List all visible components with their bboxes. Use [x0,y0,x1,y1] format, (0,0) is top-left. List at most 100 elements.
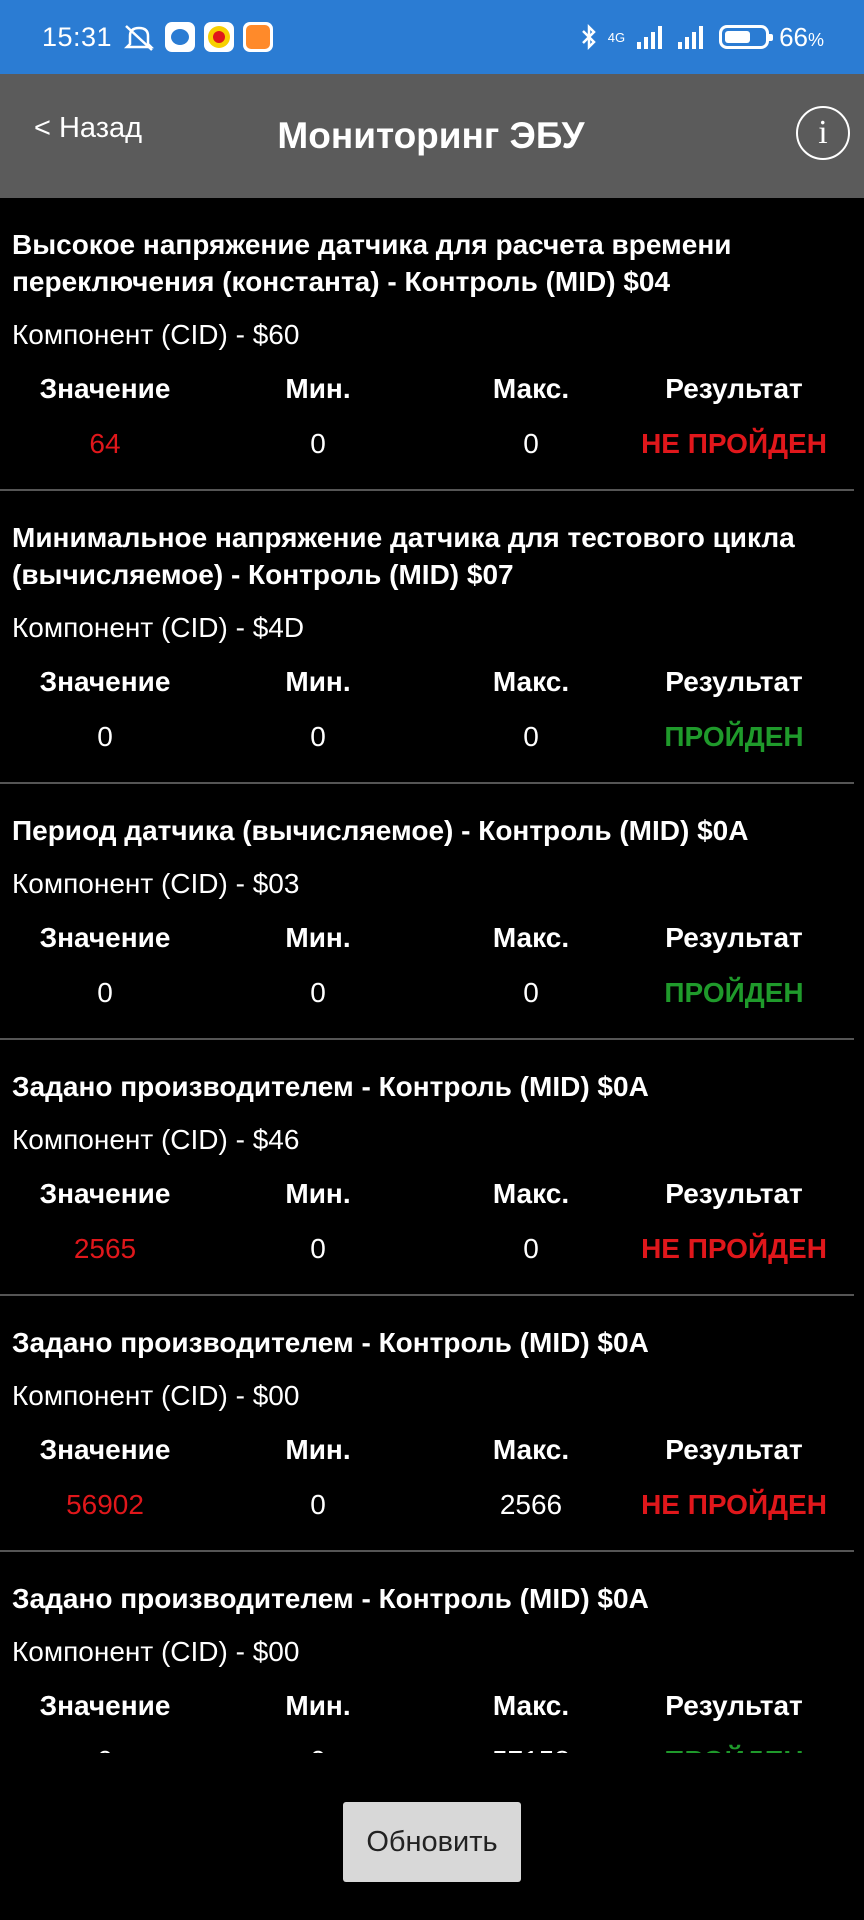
mute-bell-icon [124,25,155,51]
header-max: Макс. [492,1178,570,1209]
max-cell: 0 [523,977,539,1008]
status-time: 15:31 [42,21,113,52]
column-headers: Значение Мин. Макс. Результат [12,921,844,955]
component-id: Компонент (CID) - $60 [12,319,300,350]
header-result: Результат [665,922,803,953]
column-headers: Значение Мин. Макс. Результат [12,1689,844,1723]
monitor-entry: Задано производителем - Контроль (MID) $… [0,1552,854,1753]
header-value: Значение [39,373,171,404]
header-min: Мин. [285,1434,351,1465]
result-badge: ПРОЙДЕН [664,977,804,1008]
values-row: 56902 0 2566 НЕ ПРОЙДЕН [12,1488,844,1550]
header-value: Значение [39,1178,171,1209]
min-cell: 0 [310,1233,326,1264]
entry-title: Задано производителем - Контроль (MID) $… [12,1583,649,1614]
header-result: Результат [665,1434,803,1465]
header-max: Макс. [492,373,570,404]
value-cell: 0 [97,721,113,752]
app-notification-icon [204,22,235,52]
result-badge: НЕ ПРОЙДЕН [641,1233,827,1264]
min-cell: 0 [310,428,326,459]
network-type: 4G [607,29,626,45]
value-cell: 2565 [73,1233,137,1264]
result-badge: ПРОЙДЕН [624,1744,844,1753]
min-cell: 0 [310,1489,326,1520]
signal-icon [637,25,663,49]
component-id: Компонент (CID) - $03 [12,868,300,899]
header-result: Результат [665,666,803,697]
bluetooth-icon [581,23,596,51]
header-result: Результат [665,373,803,404]
column-headers: Значение Мин. Макс. Результат [12,665,844,699]
entry-title: Минимальное напряжение датчика для тесто… [12,522,795,590]
app-notification-icon [243,22,274,52]
header-max: Макс. [492,1434,570,1465]
header-max: Макс. [492,922,570,953]
max-cell: 0 [523,1233,539,1264]
battery-fill [725,31,751,43]
min-cell: 0 [198,1744,438,1753]
header-min: Мин. [285,1690,351,1721]
monitor-entry: Минимальное напряжение датчика для тесто… [0,491,854,784]
min-cell: 0 [310,977,326,1008]
value-cell: 64 [89,428,121,459]
max-cell: 0 [523,721,539,752]
values-row: 64 0 0 НЕ ПРОЙДЕН [12,427,844,489]
entry-title: Задано производителем - Контроль (MID) $… [12,1071,649,1102]
header-result: Результат [665,1690,803,1721]
header-value: Значение [39,666,171,697]
column-headers: Значение Мин. Макс. Результат [12,372,844,406]
value-cell: 0 [12,1744,198,1753]
monitor-entry: Задано производителем - Контроль (MID) $… [0,1296,854,1552]
value-cell: 56902 [66,1489,144,1520]
value-cell: 0 [97,977,113,1008]
values-row: 0 0 0 ПРОЙДЕН [12,976,844,1038]
refresh-button[interactable]: Обновить [343,1802,521,1882]
monitor-entry: Задано производителем - Контроль (MID) $… [0,1040,854,1296]
column-headers: Значение Мин. Макс. Результат [12,1433,844,1467]
info-button[interactable]: i [796,106,850,160]
entry-title: Период датчика (вычисляемое) - Контроль … [12,815,749,846]
column-headers: Значение Мин. Макс. Результат [12,1177,844,1211]
max-cell: 2566 [499,1489,563,1520]
result-badge: НЕ ПРОЙДЕН [641,1489,827,1520]
back-button[interactable]: < Назад [34,112,142,145]
monitor-entry: Период датчика (вычисляемое) - Контроль … [0,784,854,1040]
component-id: Компонент (CID) - $00 [12,1380,300,1411]
bottom-bar: Обновить [0,1760,864,1920]
header-max: Макс. [492,1690,570,1721]
signal-icon [678,25,704,49]
header-result: Результат [665,1178,803,1209]
header-value: Значение [39,1434,171,1465]
status-bar: 15:31 4G 66% [0,0,864,74]
status-indicators: 4G 66% [580,22,824,53]
header-min: Мин. [285,373,351,404]
header-min: Мин. [285,922,351,953]
result-badge: НЕ ПРОЙДЕН [641,428,827,459]
component-id: Компонент (CID) - $00 [12,1636,300,1667]
component-id: Компонент (CID) - $46 [12,1124,300,1155]
header-min: Мин. [285,1178,351,1209]
values-row: 0 0 0 ПРОЙДЕН [12,720,844,782]
component-id: Компонент (CID) - $4D [12,612,305,643]
header-min: Мин. [285,666,351,697]
max-cell: 0 [523,428,539,459]
page-title: Мониторинг ЭБУ [277,115,585,156]
header-value: Значение [39,922,171,953]
app-notification-icon [165,22,196,52]
app-bar: < Назад Мониторинг ЭБУ i [0,74,864,198]
battery-percent: 66% [779,21,824,52]
max-cell: 57158 [438,1744,624,1753]
min-cell: 0 [310,721,326,752]
monitor-entry: Высокое напряжение датчика для расчета в… [0,198,854,491]
header-value: Значение [39,1690,171,1721]
monitor-list[interactable]: Высокое напряжение датчика для расчета в… [0,198,864,1753]
header-max: Макс. [492,666,570,697]
values-row: 0057158ПРОЙДЕН [12,1744,844,1753]
entry-title: Высокое напряжение датчика для расчета в… [12,229,732,297]
entry-title: Задано производителем - Контроль (MID) $… [12,1327,649,1358]
battery-icon [719,25,774,49]
notification-icons [122,22,274,52]
result-badge: ПРОЙДЕН [664,721,804,752]
values-row: 2565 0 0 НЕ ПРОЙДЕН [12,1232,844,1294]
